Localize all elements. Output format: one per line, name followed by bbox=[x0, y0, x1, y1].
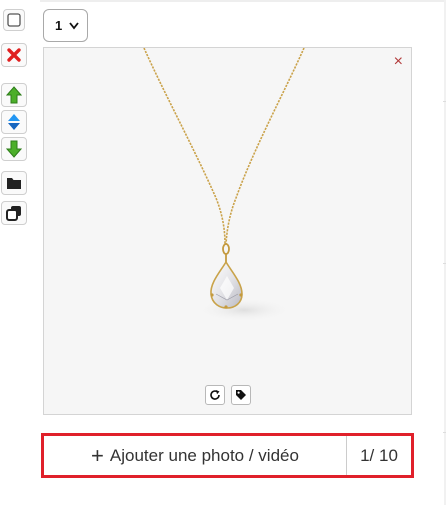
checkbox-icon bbox=[7, 13, 21, 27]
rotate-button[interactable] bbox=[204, 384, 225, 405]
select-checkbox[interactable] bbox=[3, 9, 25, 31]
remove-photo-button[interactable]: × bbox=[394, 54, 403, 70]
photo-action-bar bbox=[44, 375, 411, 414]
add-media-bar: + Ajouter une photo / vidéo 1/ 10 bbox=[41, 433, 414, 478]
tag-icon bbox=[235, 389, 246, 400]
count-select[interactable]: 1 bbox=[43, 9, 88, 42]
photo-card: × bbox=[43, 47, 412, 415]
delete-button[interactable] bbox=[1, 43, 27, 67]
delete-icon bbox=[7, 48, 21, 62]
media-count: 1/ 10 bbox=[346, 436, 411, 475]
rotate-icon bbox=[209, 389, 220, 400]
move-button[interactable] bbox=[1, 110, 27, 134]
move-down-button[interactable] bbox=[1, 137, 27, 161]
plus-icon: + bbox=[91, 442, 104, 468]
folder-icon bbox=[7, 178, 21, 189]
tag-button[interactable] bbox=[230, 384, 251, 405]
count-select-value: 1 bbox=[55, 18, 63, 33]
move-updown-icon bbox=[8, 114, 20, 130]
duplicate-icon bbox=[6, 206, 21, 221]
top-edge-line bbox=[40, 0, 446, 2]
add-media-label: Ajouter une photo / vidéo bbox=[109, 445, 299, 465]
move-down-icon bbox=[6, 140, 22, 158]
add-media-button[interactable]: + Ajouter une photo / vidéo bbox=[44, 436, 346, 475]
chevron-down-icon bbox=[69, 22, 79, 30]
folder-button[interactable] bbox=[1, 171, 27, 195]
move-up-icon bbox=[6, 86, 22, 104]
duplicate-button[interactable] bbox=[1, 201, 27, 225]
gold-pendant-necklace-image: × bbox=[44, 47, 411, 375]
move-up-button[interactable] bbox=[1, 83, 27, 107]
